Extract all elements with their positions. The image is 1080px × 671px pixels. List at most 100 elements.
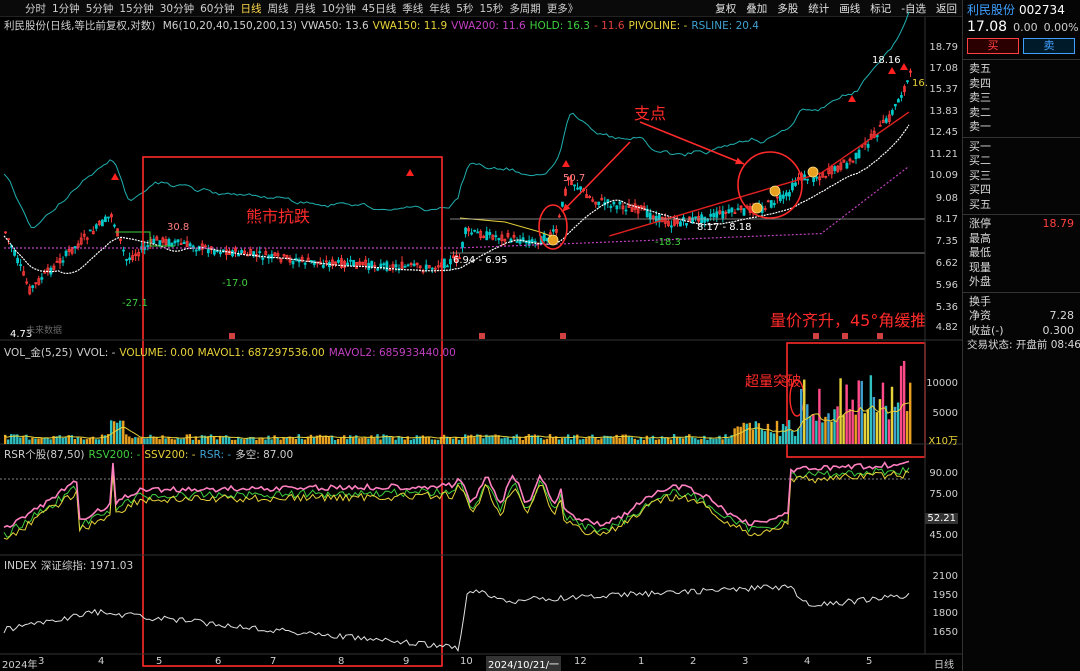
volume-bar	[415, 435, 419, 444]
candle-body	[494, 235, 498, 238]
volume-bar	[119, 420, 122, 444]
quote-header[interactable]: 利民股份 002734	[963, 0, 1080, 19]
signal-triangle	[848, 95, 856, 102]
ask-row[interactable]: 卖二	[963, 106, 1080, 121]
ask-label: 卖三	[969, 91, 991, 104]
support-marker	[547, 234, 559, 246]
field-value: 18.79	[1042, 217, 1075, 230]
volume-bar	[448, 437, 452, 444]
volume-bar	[464, 434, 467, 444]
candle-body	[721, 210, 725, 219]
volume-bar	[282, 437, 285, 444]
vol-tick: 5000	[932, 408, 958, 419]
quote-price-line: 17.08 0.00 0.00%	[963, 19, 1080, 35]
volume-bar	[908, 382, 912, 444]
candle-body	[88, 229, 92, 232]
support-marker	[751, 202, 763, 214]
volume-bar	[209, 434, 213, 444]
pct-label: -18.3	[655, 237, 681, 248]
candle-body	[16, 257, 20, 264]
buy-button[interactable]: 买	[967, 38, 1019, 54]
volume-bar	[128, 436, 131, 444]
volume-bar	[215, 439, 219, 444]
volume-bar	[273, 435, 276, 444]
volume-bar	[681, 438, 685, 444]
volume-bar	[19, 437, 22, 444]
volume-bar	[697, 439, 700, 444]
bid-row[interactable]: 买五	[963, 198, 1080, 213]
ask-row[interactable]: 卖一	[963, 120, 1080, 135]
volume-bar	[766, 423, 770, 444]
volume-bar	[842, 414, 845, 444]
ask-row[interactable]: 卖三	[963, 91, 1080, 106]
volume-bar	[778, 435, 782, 444]
candle-body	[64, 250, 68, 256]
volume-bar	[270, 439, 273, 444]
candle-body	[884, 118, 888, 123]
candle-body	[240, 250, 243, 254]
volume-bar	[812, 413, 815, 444]
volume-bar	[854, 414, 857, 444]
candle-body	[464, 227, 467, 235]
volume-bar	[482, 438, 485, 444]
volume-bar	[899, 365, 903, 444]
bid-row[interactable]: 买一	[963, 140, 1080, 155]
candle-body	[679, 221, 682, 227]
volume-bar	[633, 438, 636, 444]
volume-bar	[800, 389, 803, 444]
rsr-tick: 75.00	[929, 489, 958, 500]
volume-bar	[763, 431, 767, 444]
candle-body	[303, 262, 307, 265]
volume-bar	[742, 422, 745, 444]
signal-triangle	[111, 173, 119, 180]
volume-bar	[297, 434, 301, 444]
index-tick: 2100	[932, 571, 958, 582]
volume-bar	[94, 439, 98, 444]
volume-bar	[784, 426, 788, 444]
volume-bar	[612, 437, 615, 444]
field-label: 涨停	[969, 217, 991, 230]
volume-bar	[566, 434, 570, 444]
volume-bar	[672, 434, 676, 444]
chart-canvas[interactable]: 4.73未来数据-27.130.8-17.06.94 - 6.9550.7-18…	[0, 0, 962, 671]
field-value: 7.28	[1049, 309, 1075, 322]
volume-bar	[769, 432, 773, 444]
ask-label: 卖四	[969, 76, 991, 90]
date-label: 6	[215, 656, 222, 667]
ask-row[interactable]: 卖四	[963, 77, 1080, 92]
price-tick: 5.96	[935, 280, 958, 291]
candle-body	[900, 95, 903, 98]
date-label: 12	[574, 656, 587, 667]
volume-bar	[339, 437, 343, 444]
candle-body	[122, 249, 125, 252]
sell-button[interactable]: 卖	[1023, 38, 1075, 54]
candle-body	[321, 264, 325, 268]
candle-body	[73, 246, 77, 249]
candle-body	[61, 260, 65, 263]
volume-bar	[748, 422, 751, 444]
bid-row[interactable]: 买二	[963, 154, 1080, 169]
volume-bar	[10, 434, 13, 444]
volume-bar	[400, 437, 403, 444]
candle-body	[561, 201, 564, 207]
volume-bar	[164, 438, 167, 444]
event-marker	[229, 333, 235, 339]
bid-row[interactable]: 买三	[963, 169, 1080, 184]
volume-bar	[137, 437, 140, 444]
date-label: 3	[742, 656, 749, 667]
volume-bar	[258, 438, 261, 444]
candle-body	[709, 213, 713, 217]
event-marker	[877, 333, 883, 339]
volume-bar	[736, 426, 739, 444]
candle-body	[497, 237, 501, 241]
candle-body	[412, 263, 416, 267]
volume-bar	[488, 435, 491, 444]
volume-bar	[367, 438, 370, 444]
indicator-0: INDEX	[4, 560, 37, 572]
candle-body	[694, 216, 697, 219]
volume-bar	[591, 434, 594, 444]
bid-row[interactable]: 买四	[963, 183, 1080, 198]
volume-bar	[79, 437, 83, 444]
ask-row[interactable]: 卖五	[963, 62, 1080, 77]
volume-bar	[651, 435, 655, 444]
